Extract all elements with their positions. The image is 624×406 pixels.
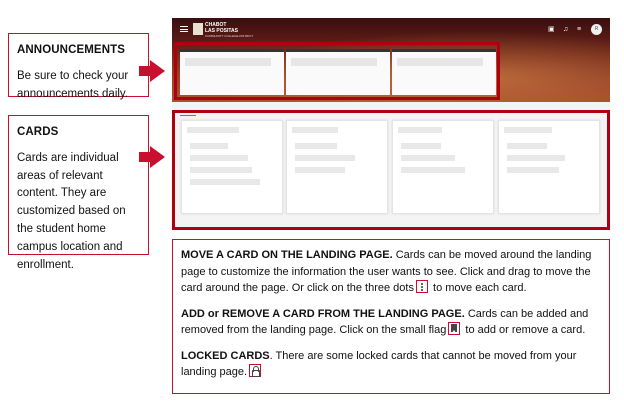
logo-line-3: COMMUNITY COLLEGE DISTRICT: [205, 34, 254, 38]
announcements-callout: ANNOUNCEMENTS Be sure to check your anno…: [8, 33, 149, 100]
cards-callout: CARDS Cards are individual areas of rele…: [8, 115, 149, 271]
top-bar: CHABOT LAS POSITAS COMMUNITY COLLEGE DIS…: [172, 18, 610, 40]
portal-screenshot: CHABOT LAS POSITAS COMMUNITY COLLEGE DIS…: [172, 18, 610, 230]
college-logo: [193, 23, 203, 35]
bell-icon[interactable]: ♫: [563, 26, 568, 33]
move-card-instruction: MOVE A CARD ON THE LANDING PAGE. Cards c…: [181, 247, 601, 297]
instructions-box: MOVE A CARD ON THE LANDING PAGE. Cards c…: [172, 239, 610, 394]
lock-icon: [249, 364, 262, 377]
hamburger-menu-icon[interactable]: [180, 26, 188, 32]
announcement-card[interactable]: [286, 49, 390, 95]
announcement-card[interactable]: [392, 49, 496, 95]
bookmark-flag-icon: [448, 322, 461, 335]
announcements-callout-body: Be sure to check your announcements dail…: [17, 69, 129, 100]
cards-callout-body: Cards are individual areas of relevant c…: [17, 151, 126, 271]
add-remove-card-text-end: to add or remove a card.: [462, 324, 586, 336]
cards-callout-title: CARDS: [17, 126, 59, 138]
arrow-right-icon: [139, 60, 165, 82]
locked-cards-instruction: LOCKED CARDS. There are some locked card…: [181, 348, 601, 381]
announcement-card[interactable]: [180, 49, 284, 95]
grid-menu-icon[interactable]: ≡: [577, 26, 581, 33]
announcements-callout-title: ANNOUNCEMENTS: [17, 44, 125, 56]
content-card[interactable]: [181, 120, 283, 214]
content-card[interactable]: [286, 120, 388, 214]
avatar[interactable]: R: [591, 24, 602, 35]
content-card[interactable]: [498, 120, 600, 214]
add-remove-card-heading: ADD or REMOVE A CARD FROM THE LANDING PA…: [181, 307, 465, 320]
arrow-right-icon: [139, 146, 165, 168]
move-card-text-end: to move each card.: [429, 282, 527, 294]
content-card[interactable]: [392, 120, 494, 214]
move-card-heading: MOVE A CARD ON THE LANDING PAGE.: [181, 249, 393, 261]
add-remove-card-instruction: ADD or REMOVE A CARD FROM THE LANDING PA…: [181, 306, 601, 339]
three-dots-vertical-icon: [415, 280, 428, 293]
locked-cards-heading: LOCKED CARDS: [181, 349, 270, 362]
college-logo-text: CHABOT LAS POSITAS COMMUNITY COLLEGE DIS…: [205, 22, 253, 38]
calendar-icon[interactable]: ▣: [548, 26, 555, 33]
